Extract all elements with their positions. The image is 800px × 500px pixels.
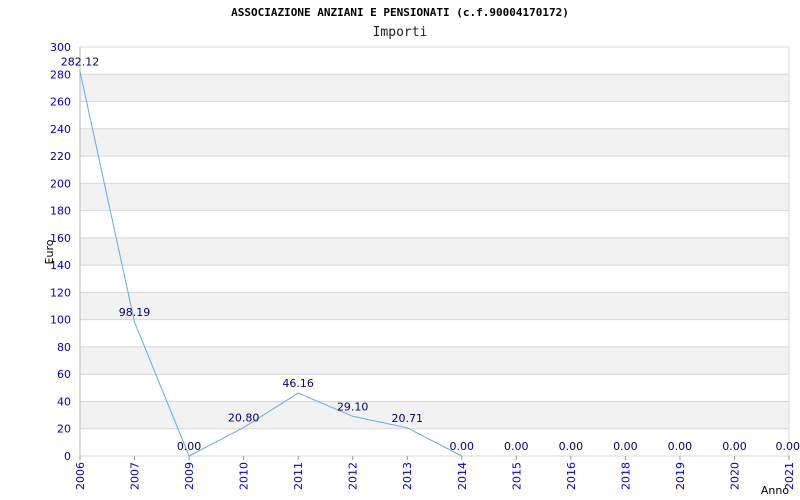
- grid-band: [80, 183, 789, 211]
- grid-band: [80, 237, 789, 266]
- y-tick-label: 100: [50, 314, 71, 327]
- x-tick-label: 2011: [292, 462, 305, 490]
- chart-container: ASSOCIAZIONE ANZIANI E PENSIONATI (c.f.9…: [0, 0, 800, 500]
- data-label: 20.71: [391, 412, 423, 425]
- x-tick-label: 2007: [129, 462, 142, 490]
- x-tick-label: 2019: [674, 462, 687, 490]
- grid-band: [80, 346, 789, 375]
- grid-band: [80, 401, 789, 429]
- y-tick-label: 20: [57, 423, 71, 436]
- y-tick-label: 60: [57, 368, 71, 381]
- x-tick-label: 2006: [74, 462, 87, 490]
- x-tick-label: 2015: [510, 462, 523, 490]
- x-axis-title: Anno: [761, 484, 789, 497]
- y-tick-label: 120: [50, 286, 71, 299]
- y-tick-label: 260: [50, 96, 71, 109]
- y-tick-label: 300: [50, 41, 71, 54]
- data-label: 46.16: [282, 377, 314, 390]
- x-tick-label: 2016: [565, 462, 578, 490]
- y-tick-label: 200: [50, 177, 71, 190]
- data-label: 0.00: [559, 440, 584, 453]
- data-label: 0.00: [613, 440, 638, 453]
- x-tick-label: 2020: [728, 462, 741, 490]
- y-tick-label: 240: [50, 123, 71, 136]
- data-label: 0.00: [177, 440, 202, 453]
- x-tick-label: 2010: [238, 462, 251, 490]
- x-tick-label: 2012: [347, 462, 360, 490]
- data-label: 0.00: [450, 440, 475, 453]
- y-axis-title: Euro: [43, 239, 56, 264]
- grid-band: [80, 128, 789, 157]
- grid-band: [80, 74, 789, 102]
- grid-band: [80, 292, 789, 320]
- y-tick-label: 80: [57, 341, 71, 354]
- y-tick-label: 180: [50, 205, 71, 218]
- x-tick-label: 2014: [456, 462, 469, 490]
- data-label: 98.19: [119, 306, 151, 319]
- y-tick-label: 280: [50, 68, 71, 81]
- data-label: 0.00: [504, 440, 529, 453]
- data-label: 0.00: [668, 440, 693, 453]
- chart-plot: 0204060801001201401601802002202402602803…: [43, 41, 800, 497]
- x-tick-label: 2018: [619, 462, 632, 490]
- data-label: 20.80: [228, 412, 260, 425]
- y-tick-label: 0: [64, 450, 71, 463]
- data-label: 29.10: [337, 400, 369, 413]
- data-label: 0.00: [722, 440, 747, 453]
- data-label: 0.00: [776, 440, 800, 453]
- x-tick-label: 2009: [183, 462, 196, 490]
- data-label: 282.12: [61, 55, 100, 68]
- x-tick-label: 2013: [401, 462, 414, 490]
- y-tick-label: 220: [50, 150, 71, 163]
- y-tick-label: 40: [57, 395, 71, 408]
